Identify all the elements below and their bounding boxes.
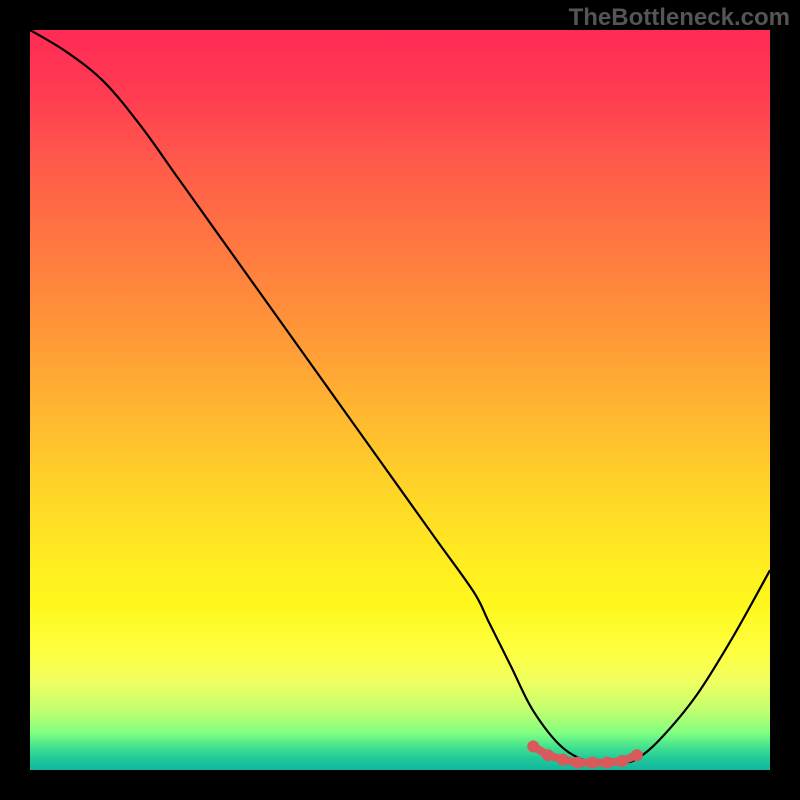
highlight-dot	[527, 740, 539, 752]
bottleneck-curve	[30, 30, 770, 764]
highlight-dot	[542, 749, 554, 761]
curve-svg	[30, 30, 770, 770]
highlight-dot	[572, 757, 584, 769]
highlight-dot	[601, 757, 613, 769]
optimal-range-highlight	[527, 740, 643, 768]
highlight-dot	[586, 757, 598, 769]
highlight-dot	[557, 754, 569, 766]
watermark-text: TheBottleneck.com	[569, 4, 790, 32]
chart-plot-area	[30, 30, 770, 770]
highlight-dot	[616, 755, 628, 767]
highlight-dot	[631, 749, 643, 761]
